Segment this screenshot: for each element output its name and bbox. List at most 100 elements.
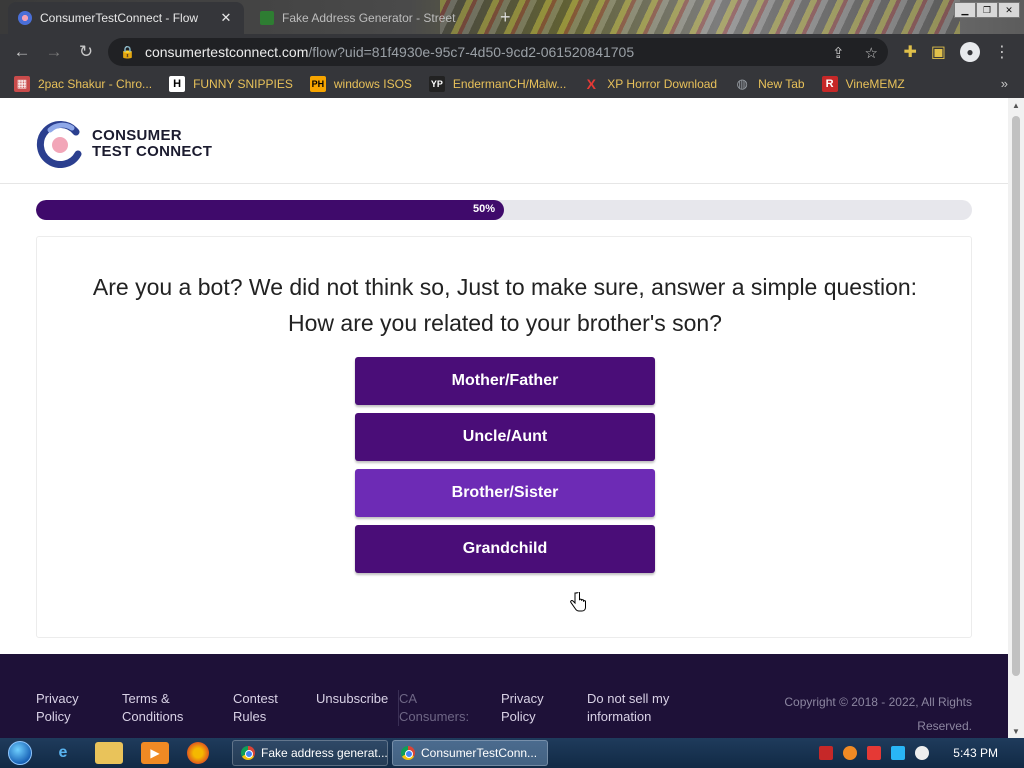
globe-icon: ◍ xyxy=(736,76,748,91)
ph-logo-icon: PH xyxy=(309,76,326,92)
tray-display-icon[interactable] xyxy=(891,746,906,760)
tray-flag-icon[interactable] xyxy=(867,746,882,760)
taskbar-item-fake-address[interactable]: Fake address generat... xyxy=(232,740,388,766)
tray-tool-icon[interactable] xyxy=(819,746,834,760)
windows-start-orb-icon xyxy=(8,741,32,765)
browser-menu-icon[interactable]: ⋮ xyxy=(994,42,1010,62)
tray-volume-icon[interactable] xyxy=(915,746,930,760)
x-logo-icon: X xyxy=(586,76,596,92)
page-scrollbar[interactable]: ▲ ▼ xyxy=(1008,98,1024,738)
minimize-icon[interactable]: ▁ xyxy=(954,2,976,18)
lock-icon[interactable]: 🔒 xyxy=(120,45,135,59)
consumertestconnect-favicon-icon xyxy=(18,11,32,25)
bookmark-new-tab[interactable]: ◍ New Tab xyxy=(734,76,804,92)
bookmarks-bar: ▦ 2pac Shakur - Chro... H FUNNY SNIPPIES… xyxy=(0,70,1024,98)
internet-explorer-icon[interactable]: e xyxy=(49,742,77,764)
bookmark-xp-horror[interactable]: X XP Horror Download xyxy=(583,76,718,92)
yp-logo-icon: YP xyxy=(428,76,445,92)
scroll-down-arrow-icon[interactable]: ▼ xyxy=(1008,727,1024,736)
r-logo-icon: R xyxy=(821,76,838,92)
answer-brother-sister-button[interactable]: Brother/Sister xyxy=(355,469,655,517)
windows-taskbar: e ▶ Fake address generat... ConsumerTest… xyxy=(0,738,1024,768)
chrome-icon xyxy=(401,746,415,760)
question-text: Are you a bot? We did not think so, Just… xyxy=(92,274,918,336)
forward-arrow-icon[interactable]: → xyxy=(38,42,70,62)
tab-title: ConsumerTestConnect - Flow xyxy=(40,11,199,25)
bookmark-endermanch[interactable]: YP EndermanCH/Malw... xyxy=(428,76,567,92)
footer-do-not-sell-link[interactable]: Do not sell my information xyxy=(587,690,677,726)
window-controls: ▁ ❐ ✕ xyxy=(954,2,1020,18)
bookmark-vinememz[interactable]: R VineMEMZ xyxy=(821,76,905,92)
question-card: Are you a bot? We did not think so, Just… xyxy=(36,236,972,638)
media-player-icon[interactable]: ▶ xyxy=(141,742,169,764)
system-tray: 5:43 PM xyxy=(819,738,1024,768)
footer-ca-privacy-policy-link[interactable]: Privacy Policy xyxy=(501,690,561,726)
reload-icon[interactable]: ↻ xyxy=(70,42,102,62)
page-viewport: CONSUMER TEST CONNECT 50% Are you a bot?… xyxy=(0,98,1008,738)
desktop-wallpaper-art xyxy=(440,0,960,34)
address-bar[interactable]: 🔒 consumertestconnect.com/flow?uid=81f49… xyxy=(108,38,888,66)
h-letter-icon: H xyxy=(169,76,186,92)
start-button[interactable] xyxy=(0,738,40,768)
share-icon[interactable]: ⇪ xyxy=(832,44,845,62)
footer-copyright: Copyright © 2018 - 2022, All Rights Rese… xyxy=(784,695,972,733)
scroll-up-arrow-icon[interactable]: ▲ xyxy=(1008,101,1024,110)
answer-options: Mother/Father Uncle/Aunt Brother/Sister … xyxy=(355,357,655,581)
browser-tab-strip: ConsumerTestConnect - Flow ✕ Fake Addres… xyxy=(0,0,1024,34)
hand-pointer-cursor-icon xyxy=(570,591,586,614)
logo-line-1: CONSUMER xyxy=(92,127,182,144)
taskbar-item-consumertestconnect[interactable]: ConsumerTestConn... xyxy=(392,740,548,766)
site-header: CONSUMER TEST CONNECT xyxy=(0,98,1008,184)
bookmark-funny-snippies[interactable]: H FUNNY SNIPPIES xyxy=(169,76,293,92)
footer-ca-consumers-label: CA Consumers: xyxy=(398,690,474,726)
taskbar-item-label: ConsumerTestConn... xyxy=(421,746,538,760)
browser-toolbar: ← → ↻ 🔒 consumertestconnect.com/flow?uid… xyxy=(0,34,1024,70)
progress-bar: 50% xyxy=(36,200,972,220)
bookmark-2pac[interactable]: ▦ 2pac Shakur - Chro... xyxy=(14,76,152,92)
tab-consumertestconnect[interactable]: ConsumerTestConnect - Flow ✕ xyxy=(8,2,244,34)
fake-address-favicon-icon xyxy=(260,11,274,25)
logo-wordmark: CONSUMER TEST CONNECT xyxy=(92,128,212,160)
taskbar-item-label: Fake address generat... xyxy=(261,746,388,760)
bookmark-windows-isos[interactable]: PH windows ISOS xyxy=(309,76,412,92)
close-tab-icon[interactable]: ✕ xyxy=(218,10,234,26)
more-bookmarks-icon[interactable]: » xyxy=(1001,76,1008,91)
url-path: /flow?uid=81f4930e-95c7-4d50-9cd2-061520… xyxy=(308,44,635,60)
new-tab-plus-icon[interactable]: + xyxy=(500,7,511,28)
footer-terms-link[interactable]: Terms & Conditions xyxy=(122,690,202,726)
side-panel-icon[interactable]: ▣ xyxy=(931,42,946,62)
bookmark-label: 2pac Shakur - Chro... xyxy=(38,77,153,91)
site-logo[interactable]: CONSUMER TEST CONNECT xyxy=(36,120,212,168)
url-host: consumertestconnect.com xyxy=(144,44,309,60)
bookmark-label: VineMEMZ xyxy=(845,77,905,91)
logo-line-2: TEST CONNECT xyxy=(92,143,213,160)
footer-unsubscribe-link[interactable]: Unsubscribe xyxy=(316,690,396,708)
chrome-icon xyxy=(241,746,255,760)
tab-fake-address-generator[interactable]: Fake Address Generator - Street xyxy=(250,2,490,34)
file-explorer-folder-icon[interactable] xyxy=(95,742,123,764)
bookmark-label: XP Horror Download xyxy=(607,77,718,91)
footer-contest-rules-link[interactable]: Contest Rules xyxy=(233,690,293,726)
window-close-icon[interactable]: ✕ xyxy=(998,2,1020,18)
bookmark-label: New Tab xyxy=(758,77,805,91)
back-arrow-icon[interactable]: ← xyxy=(6,42,38,62)
taskbar-clock[interactable]: 5:43 PM xyxy=(953,746,998,760)
tab-title: Fake Address Generator - Street xyxy=(282,11,456,25)
bookmark-label: windows ISOS xyxy=(333,77,412,91)
extensions-puzzle-icon[interactable]: ✚ xyxy=(903,42,916,62)
footer-privacy-policy-link[interactable]: Privacy Policy xyxy=(36,690,96,726)
bookmark-label: EndermanCH/Malw... xyxy=(452,77,567,91)
app-circles-icon[interactable] xyxy=(187,742,209,764)
tray-search-icon[interactable] xyxy=(843,746,858,760)
calendar-icon: ▦ xyxy=(14,76,30,92)
answer-mother-father-button[interactable]: Mother/Father xyxy=(355,357,655,405)
profile-avatar-icon[interactable]: ● xyxy=(960,42,980,62)
progress-bar-fill: 50% xyxy=(36,200,504,220)
scrollbar-thumb[interactable] xyxy=(1012,116,1020,676)
bookmark-star-icon[interactable]: ☆ xyxy=(865,44,878,62)
progress-percent-label: 50% xyxy=(472,203,495,215)
answer-grandchild-button[interactable]: Grandchild xyxy=(355,525,655,573)
answer-uncle-aunt-button[interactable]: Uncle/Aunt xyxy=(355,413,655,461)
maximize-icon[interactable]: ❐ xyxy=(976,2,998,18)
site-footer: Privacy Policy Terms & Conditions Contes… xyxy=(0,654,1008,738)
